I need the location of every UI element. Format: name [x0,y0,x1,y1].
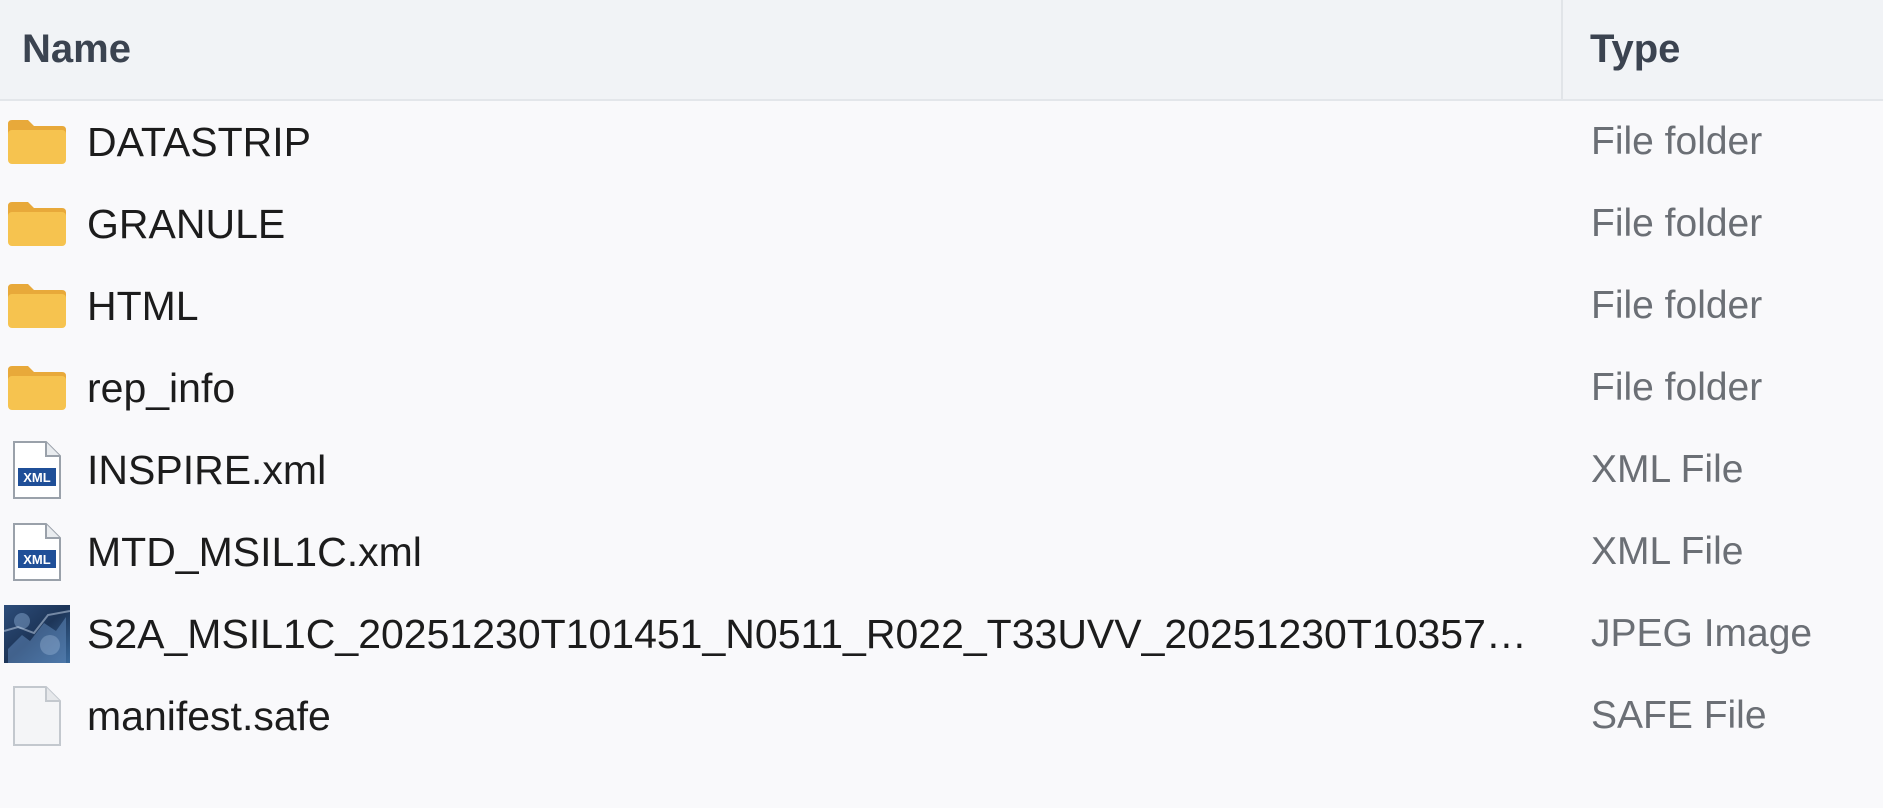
blank-file-icon [4,686,70,746]
file-name: manifest.safe [87,692,331,739]
folder-icon [4,276,70,336]
xml-file-icon: XML [4,522,70,582]
xml-file-icon: XML [4,440,70,500]
file-type: File folder [1591,366,1763,409]
file-row-manifest-safe[interactable]: manifest.safe SAFE File [0,675,1883,757]
file-name: INSPIRE.xml [87,446,327,493]
file-name: MTD_MSIL1C.xml [87,528,422,575]
folder-icon [4,194,70,254]
file-row-mtd-msil1c-xml[interactable]: XML MTD_MSIL1C.xml XML File [0,511,1883,593]
file-type: File folder [1591,284,1763,327]
file-name: HTML [87,282,199,329]
file-type: File folder [1591,120,1763,163]
file-row-granule[interactable]: GRANULE File folder [0,183,1883,265]
column-header-bar: Name Type [0,0,1883,101]
file-row-s2a-jpeg[interactable]: S2A_MSIL1C_20251230T101451_N0511_R022_T3… [0,593,1883,675]
xml-badge: XML [23,470,51,485]
file-type: JPEG Image [1591,612,1813,655]
file-name: DATASTRIP [87,118,311,165]
file-type: SAFE File [1591,694,1767,737]
file-row-rep-info[interactable]: rep_info File folder [0,347,1883,429]
folder-icon [4,358,70,418]
file-row-html[interactable]: HTML File folder [0,265,1883,347]
file-row-datastrip[interactable]: DATASTRIP File folder [0,101,1883,183]
name-column-header[interactable]: Name [22,0,1552,99]
file-type: XML File [1591,448,1744,491]
type-column-header[interactable]: Type [1590,0,1870,99]
file-name: S2A_MSIL1C_20251230T101451_N0511_R022_T3… [87,610,1527,657]
file-type: File folder [1591,202,1763,245]
folder-icon [4,112,70,172]
file-name: rep_info [87,364,236,411]
xml-badge: XML [23,552,51,567]
file-type: XML File [1591,530,1744,573]
file-row-inspire-xml[interactable]: XML INSPIRE.xml XML File [0,429,1883,511]
file-name: GRANULE [87,200,286,247]
jpeg-thumbnail-icon [4,604,70,664]
column-divider[interactable] [1561,0,1563,99]
